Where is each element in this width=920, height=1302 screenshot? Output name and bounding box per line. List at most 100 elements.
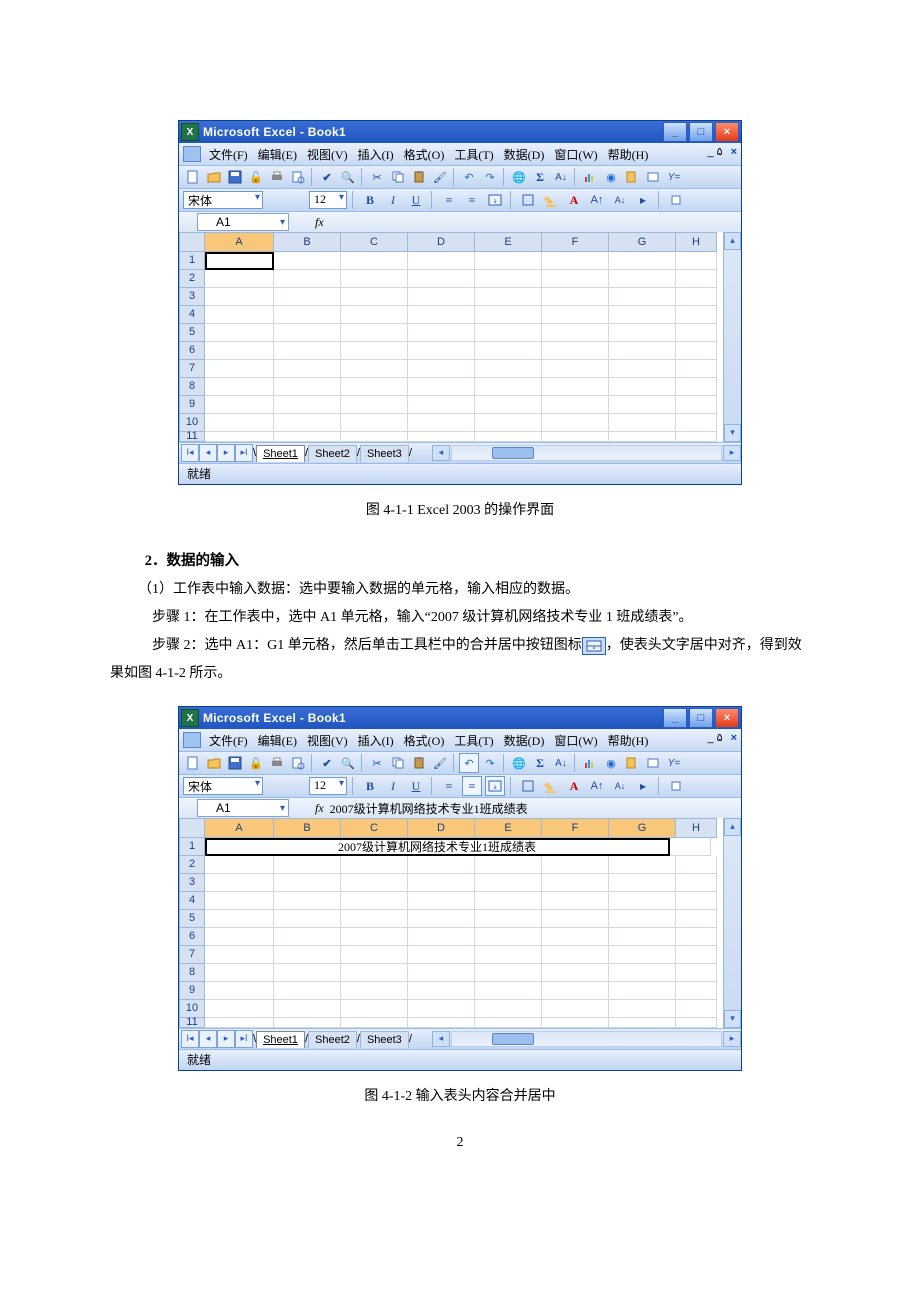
row-header[interactable]: 6 <box>179 342 205 360</box>
menu-window[interactable]: 窗口(W) <box>552 145 599 164</box>
menu-data[interactable]: 数据(D) <box>502 731 547 750</box>
print-icon[interactable] <box>267 167 287 187</box>
more-2-icon[interactable] <box>666 190 686 210</box>
decrease-font-icon[interactable]: A↓ <box>610 776 630 796</box>
col-header[interactable]: E <box>475 818 542 838</box>
zoom-icon[interactable] <box>622 753 642 773</box>
row-header[interactable]: 1 <box>179 252 205 270</box>
font-name-combo[interactable]: 宋体 <box>183 191 263 209</box>
col-header[interactable]: D <box>408 818 475 838</box>
col-header[interactable]: E <box>475 232 542 252</box>
copy-icon[interactable] <box>388 753 408 773</box>
bold-button[interactable]: B <box>360 776 380 796</box>
menu-format[interactable]: 格式(O) <box>402 731 447 750</box>
fx-icon[interactable]: fx <box>315 215 324 230</box>
row-header[interactable]: 2 <box>179 856 205 874</box>
menu-format[interactable]: 格式(O) <box>402 145 447 164</box>
chart-icon[interactable] <box>580 167 600 187</box>
col-header[interactable]: C <box>341 818 408 838</box>
row-header[interactable]: 3 <box>179 874 205 892</box>
research-icon[interactable]: 🔍 <box>338 753 358 773</box>
new-icon[interactable] <box>183 167 203 187</box>
merge-center-button[interactable]: a <box>485 776 505 796</box>
maximize-button[interactable]: □ <box>689 122 713 142</box>
row-header[interactable]: 5 <box>179 324 205 342</box>
menu-file[interactable]: 文件(F) <box>207 731 250 750</box>
prev-sheet-icon[interactable]: ◂ <box>199 444 217 462</box>
menu-view[interactable]: 视图(V) <box>305 731 350 750</box>
more-2-icon[interactable] <box>666 776 686 796</box>
more-1-icon[interactable]: ▸ <box>633 190 653 210</box>
row-header[interactable]: 8 <box>179 964 205 982</box>
paste-icon[interactable] <box>409 167 429 187</box>
sort-asc-icon[interactable]: A↓ <box>551 167 571 187</box>
copy-icon[interactable] <box>388 167 408 187</box>
col-header[interactable]: G <box>609 232 676 252</box>
decrease-font-icon[interactable]: A↓ <box>610 190 630 210</box>
doc-close-icon[interactable]: × <box>731 732 737 744</box>
drawing-icon[interactable] <box>643 753 663 773</box>
menu-tools[interactable]: 工具(T) <box>452 731 495 750</box>
row-header[interactable]: 4 <box>179 892 205 910</box>
cell-a1[interactable] <box>205 252 274 270</box>
horizontal-scrollbar[interactable]: ◂▸ <box>432 445 741 461</box>
close-button[interactable]: × <box>715 122 739 142</box>
italic-button[interactable]: I <box>383 190 403 210</box>
font-size-combo[interactable]: 12 <box>309 777 347 795</box>
formula-value[interactable]: 2007级计算机网络技术专业1班成绩表 <box>330 800 528 817</box>
menu-file[interactable]: 文件(F) <box>207 145 250 164</box>
select-all-corner[interactable] <box>179 818 205 838</box>
col-header[interactable]: D <box>408 232 475 252</box>
menu-help[interactable]: 帮助(H) <box>606 145 651 164</box>
row-header[interactable]: 11 <box>179 432 205 442</box>
close-button[interactable]: × <box>715 708 739 728</box>
row-header[interactable]: 4 <box>179 306 205 324</box>
menu-tools[interactable]: 工具(T) <box>452 145 495 164</box>
col-header[interactable]: B <box>274 232 341 252</box>
font-name-combo[interactable]: 宋体 <box>183 777 263 795</box>
font-color-icon[interactable]: A <box>564 190 584 210</box>
redo-icon[interactable]: ↷ <box>480 167 500 187</box>
menu-help[interactable]: 帮助(H) <box>606 731 651 750</box>
merge-center-button[interactable]: a <box>485 190 505 210</box>
formula-icon[interactable]: Y= <box>664 753 684 773</box>
formula-icon[interactable]: Y= <box>664 167 684 187</box>
row-header[interactable]: 9 <box>179 396 205 414</box>
paste-icon[interactable] <box>409 753 429 773</box>
align-center-icon[interactable]: ≡ <box>462 776 482 796</box>
spellcheck-icon[interactable]: ✔ <box>317 753 337 773</box>
row-header[interactable]: 7 <box>179 360 205 378</box>
spellcheck-icon[interactable]: ✔ <box>317 167 337 187</box>
save-icon[interactable] <box>225 753 245 773</box>
cut-icon[interactable]: ✂ <box>367 753 387 773</box>
menu-edit[interactable]: 编辑(E) <box>256 731 299 750</box>
increase-font-icon[interactable]: A↑ <box>587 190 607 210</box>
doc-close-icon[interactable]: × <box>731 146 737 158</box>
menu-window[interactable]: 窗口(W) <box>552 731 599 750</box>
sheet-tab[interactable]: Sheet2 <box>308 1031 357 1048</box>
vertical-scrollbar[interactable]: ▴▾ <box>723 232 741 442</box>
col-header[interactable]: B <box>274 818 341 838</box>
increase-font-icon[interactable]: A↑ <box>587 776 607 796</box>
prev-sheet-icon[interactable]: ◂ <box>199 1030 217 1048</box>
menu-insert[interactable]: 插入(I) <box>356 731 396 750</box>
row-header[interactable]: 9 <box>179 982 205 1000</box>
preview-icon[interactable] <box>288 167 308 187</box>
cut-icon[interactable]: ✂ <box>367 167 387 187</box>
align-left-icon[interactable]: ≡ <box>439 776 459 796</box>
col-header[interactable]: G <box>609 818 676 838</box>
last-sheet-icon[interactable]: ▸I <box>235 1030 253 1048</box>
preview-icon[interactable] <box>288 753 308 773</box>
minimize-button[interactable]: _ <box>663 708 687 728</box>
align-left-icon[interactable]: ≡ <box>439 190 459 210</box>
menu-view[interactable]: 视图(V) <box>305 145 350 164</box>
more-1-icon[interactable]: ▸ <box>633 776 653 796</box>
permission-icon[interactable]: 🔓 <box>246 753 266 773</box>
sort-asc-icon[interactable]: A↓ <box>551 753 571 773</box>
autosum-icon[interactable]: Σ <box>530 167 550 187</box>
name-box[interactable]: A1 <box>197 213 289 231</box>
fill-color-icon[interactable] <box>541 776 561 796</box>
sheet-tab[interactable]: Sheet3 <box>360 445 409 462</box>
underline-button[interactable]: U <box>406 190 426 210</box>
menu-edit[interactable]: 编辑(E) <box>256 145 299 164</box>
